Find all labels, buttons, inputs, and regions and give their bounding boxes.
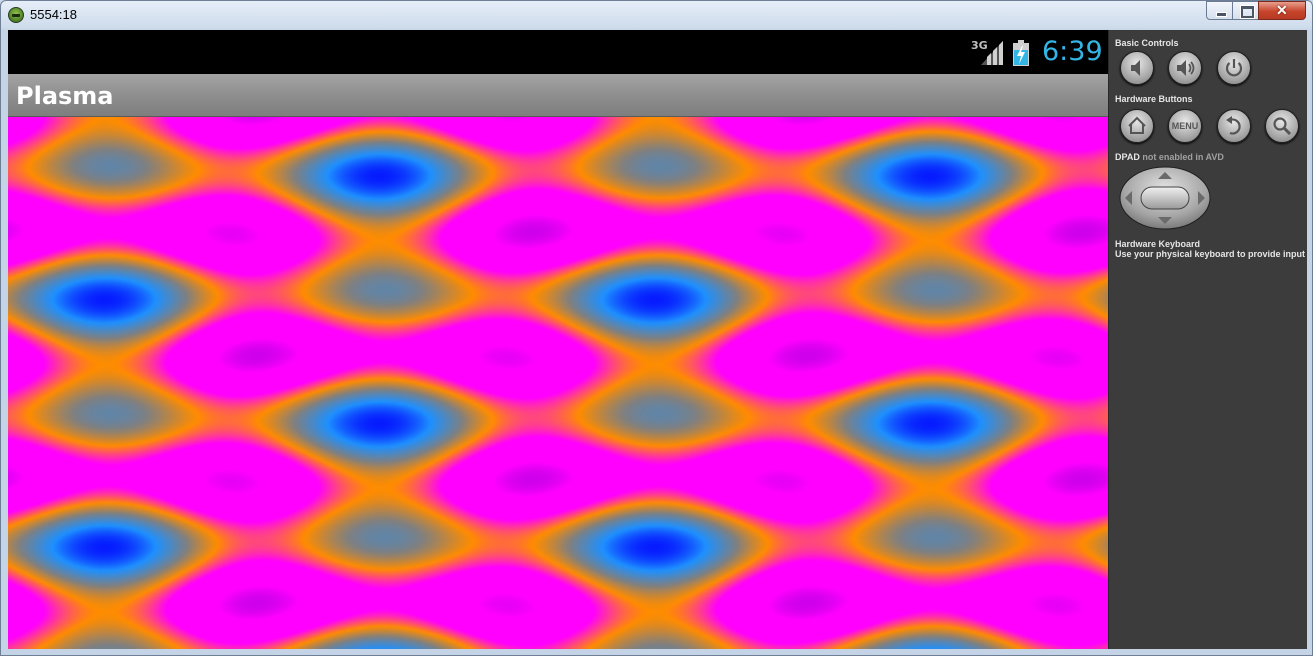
power-icon <box>1225 59 1243 77</box>
power-button[interactable] <box>1217 51 1251 85</box>
back-icon <box>1226 116 1241 135</box>
search-icon <box>1273 117 1292 136</box>
home-button[interactable] <box>1120 109 1154 143</box>
app-icon[interactable] <box>8 7 24 23</box>
app-title: Plasma <box>16 82 114 110</box>
menu-button[interactable]: MENU <box>1168 109 1202 143</box>
dpad-label: DPAD not enabled in AVD <box>1115 152 1224 162</box>
volume-down-icon <box>1131 60 1140 76</box>
title-bar[interactable]: 5554:18 ✕ <box>1 1 1312 29</box>
minimize-button[interactable] <box>1206 1 1233 20</box>
action-bar: Plasma <box>8 74 1108 117</box>
minimize-icon <box>1216 12 1227 17</box>
keyboard-label: Hardware Keyboard <box>1115 239 1201 249</box>
hardware-buttons-label: Hardware Buttons <box>1115 94 1193 104</box>
home-icon <box>1128 116 1146 134</box>
emulator-controls-panel: Basic Controls Hardware Buttons MENU DPA… <box>1108 30 1307 649</box>
menu-label: MENU <box>1171 121 1199 131</box>
volume-up-button[interactable] <box>1168 51 1202 85</box>
plasma-canvas[interactable] <box>8 117 1108 649</box>
close-icon: ✕ <box>1276 2 1288 18</box>
status-clock: 6:39 <box>1042 36 1103 67</box>
window-title: 5554:18 <box>30 7 77 22</box>
volume-down-button[interactable] <box>1120 51 1154 85</box>
close-button[interactable]: ✕ <box>1258 1 1306 20</box>
maximize-button[interactable] <box>1232 1 1259 20</box>
emulator-window: 5554:18 ✕ 3G 6:39 Plasma Basic Controls … <box>0 0 1313 656</box>
basic-controls-label: Basic Controls <box>1115 38 1179 48</box>
search-button[interactable] <box>1265 109 1299 143</box>
volume-up-icon <box>1177 60 1195 76</box>
battery-charging-icon <box>1013 40 1029 66</box>
keyboard-note: Use your physical keyboard to provide in… <box>1115 249 1306 259</box>
back-button[interactable] <box>1217 109 1251 143</box>
dpad-note: not enabled in AVD <box>1142 152 1224 162</box>
dpad-title: DPAD <box>1115 152 1140 162</box>
plasma-render <box>8 117 1108 649</box>
maximize-icon <box>1241 6 1254 18</box>
android-status-bar: 3G 6:39 <box>8 30 1108 74</box>
signal-icon <box>981 41 1003 65</box>
emulator-client: 3G 6:39 Plasma Basic Controls Hardware B… <box>8 30 1307 649</box>
dpad-icon[interactable] <box>1119 166 1211 230</box>
